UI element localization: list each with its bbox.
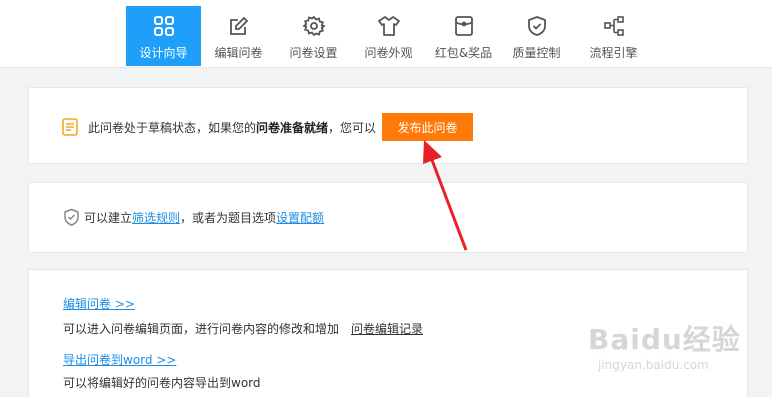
baidu-watermark: Baidu经验 jingyan.baidu.com (588, 318, 741, 372)
arrow-head (423, 140, 442, 164)
watermark-main: Baidu经验 (588, 323, 741, 356)
arrow-line (430, 159, 468, 251)
watermark-sub: jingyan.baidu.com (598, 358, 709, 372)
